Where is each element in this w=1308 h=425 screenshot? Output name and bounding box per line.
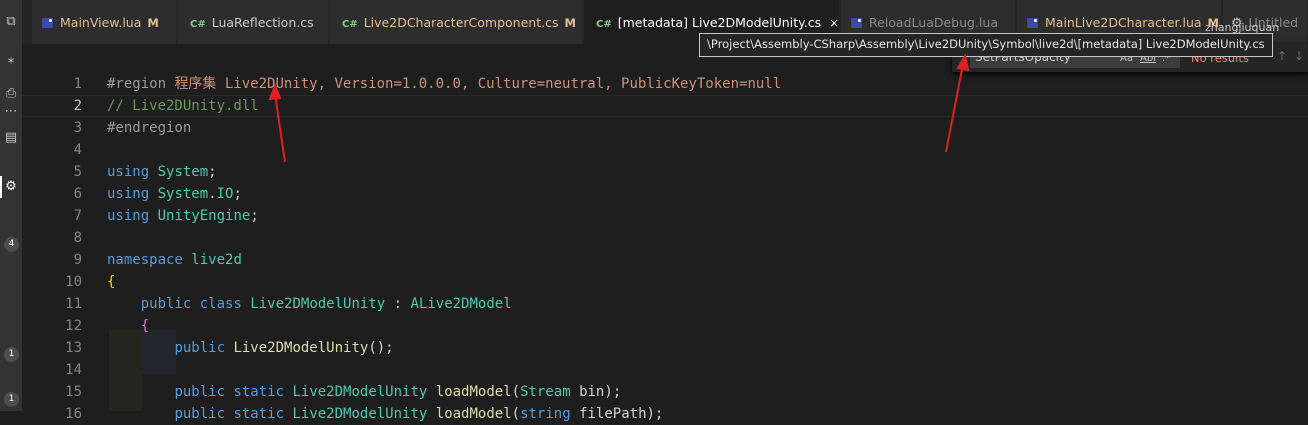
annotation-arrow — [945, 63, 964, 153]
annotation-arrowhead — [268, 83, 282, 101]
annotation-arrowhead — [956, 53, 970, 72]
annotation-arrow — [274, 93, 286, 163]
annotation-arrows — [268, 53, 970, 163]
